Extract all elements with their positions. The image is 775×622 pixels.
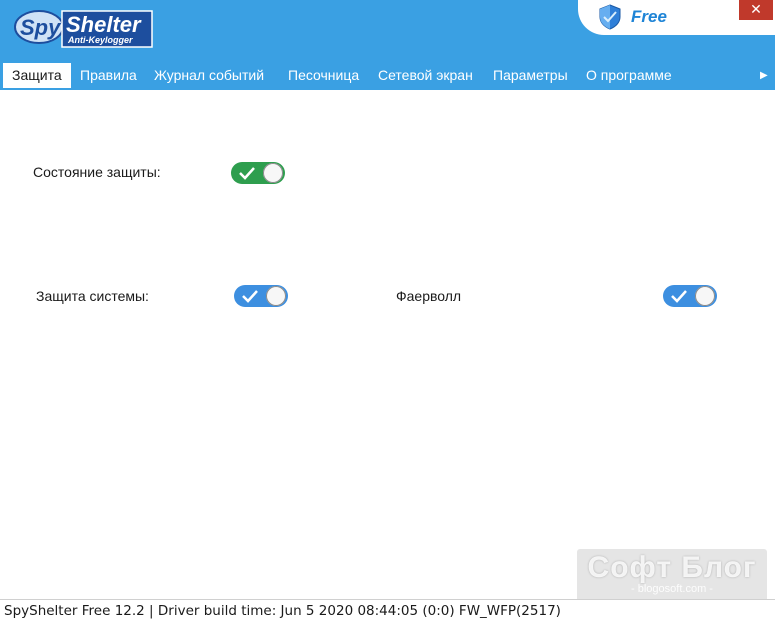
logo-prefix: Spy (20, 15, 62, 40)
tabs-scroll-right-icon[interactable]: ▶ (760, 63, 768, 88)
checkmark-icon (239, 167, 255, 180)
tab-settings[interactable]: Параметры (493, 63, 568, 88)
tab-event-log[interactable]: Журнал событий (154, 63, 264, 88)
status-text: SpyShelter Free 12.2 | Driver build time… (4, 603, 561, 619)
system-protection-label: Защита системы: (36, 288, 149, 304)
tab-sandbox[interactable]: Песочница (288, 63, 359, 88)
toggle-knob (263, 163, 283, 183)
logo-main: Shelter (66, 12, 142, 37)
logo-subtitle: Anti-Keylogger (67, 35, 133, 45)
system-protection-toggle[interactable] (234, 285, 288, 307)
edition-label: Free (631, 7, 667, 26)
protection-status-label: Состояние защиты: (33, 164, 161, 180)
checkmark-icon (671, 290, 687, 303)
firewall-label: Фаерволл (396, 288, 462, 304)
tab-rules[interactable]: Правила (80, 63, 137, 88)
edition-panel: Free ✕ (578, 0, 775, 35)
checkmark-icon (242, 290, 258, 303)
toggle-knob (266, 286, 286, 306)
tab-about[interactable]: О программе (586, 63, 672, 88)
shield-icon (598, 4, 622, 30)
tab-firewall[interactable]: Сетевой экран (378, 63, 473, 88)
toggle-knob (695, 286, 715, 306)
main-menu: Защита Правила Журнал событий Песочница … (0, 60, 775, 90)
status-bar: SpyShelter Free 12.2 | Driver build time… (0, 599, 775, 622)
spyshelter-logo: Spy Shelter Anti-Keylogger (14, 9, 154, 49)
protection-status-toggle[interactable] (231, 162, 285, 184)
close-icon: ✕ (750, 2, 762, 18)
watermark-title: Софт Блог (587, 551, 757, 584)
title-bar: Spy Shelter Anti-Keylogger Free ✕ (0, 0, 775, 60)
firewall-toggle[interactable] (663, 285, 717, 307)
close-button[interactable]: ✕ (739, 0, 773, 20)
tab-protection[interactable]: Защита (3, 63, 71, 88)
